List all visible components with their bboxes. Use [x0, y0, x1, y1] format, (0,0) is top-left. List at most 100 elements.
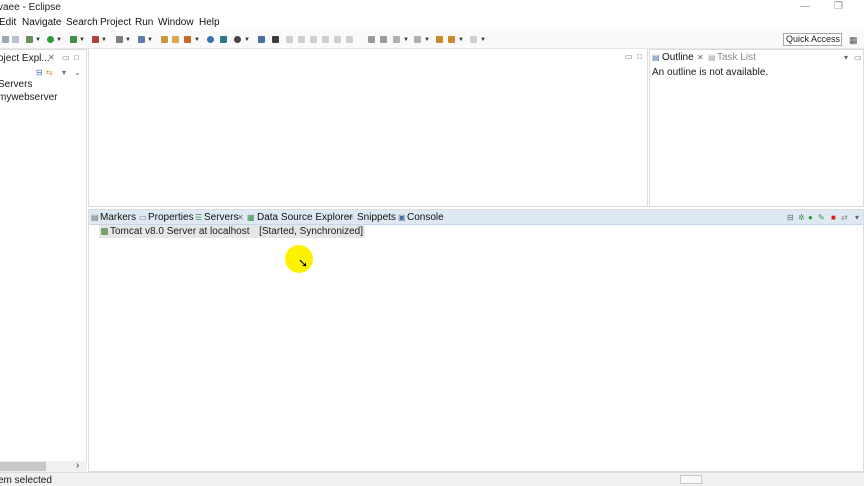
minimize-icon[interactable]: ▭ — [854, 53, 862, 62]
next-annotation-icon[interactable] — [393, 36, 400, 43]
chevron-right-icon[interactable]: › — [76, 460, 79, 471]
chevron-down-icon[interactable]: ▼ — [35, 37, 41, 43]
server-name: Tomcat v8.0 Server at localhost — [110, 226, 250, 237]
quick-access-field[interactable]: Quick Access — [783, 33, 842, 46]
tab-data-source-explorer[interactable]: Data Source Explorer — [257, 212, 353, 223]
chevron-down-icon[interactable]: ▼ — [403, 37, 409, 43]
forward-icon[interactable] — [448, 36, 455, 43]
pin-editor-icon[interactable] — [470, 36, 477, 43]
resume-icon[interactable] — [286, 36, 293, 43]
debug-server-icon[interactable]: ✲ — [798, 213, 805, 222]
chevron-down-icon[interactable]: ⌄ — [74, 68, 81, 77]
window-title: vaee - Eclipse — [0, 2, 61, 13]
chevron-down-icon[interactable]: ▼ — [101, 37, 107, 43]
collapse-all-icon[interactable]: ⊟ — [787, 213, 794, 222]
bottom-tab-bar: ▤ Markers ▭ Properties ☰ Servers ✕ ▦ Dat… — [89, 210, 863, 225]
open-perspective-icon[interactable]: ▦ — [849, 35, 858, 46]
minimize-button[interactable]: — — [800, 1, 810, 12]
tab-markers[interactable]: Markers — [100, 212, 136, 223]
new-icon[interactable] — [2, 36, 9, 43]
new-server-icon[interactable] — [116, 36, 123, 43]
view-menu-icon[interactable]: ▾ — [62, 68, 66, 77]
restore-button[interactable]: ❐ — [834, 1, 843, 12]
view-menu-icon[interactable]: ▾ — [855, 213, 859, 222]
markers-icon: ▤ — [91, 213, 99, 222]
menu-help[interactable]: Help — [199, 17, 220, 28]
block-selection-icon[interactable] — [380, 36, 387, 43]
chevron-down-icon[interactable]: ▼ — [147, 37, 153, 43]
menu-edit[interactable]: Edit — [0, 17, 16, 28]
disconnect-icon[interactable] — [322, 36, 329, 43]
tab-console[interactable]: Console — [407, 212, 444, 223]
menu-search[interactable]: Search — [66, 17, 98, 28]
close-icon[interactable]: ✕ — [48, 53, 55, 62]
prev-annotation-icon[interactable] — [414, 36, 421, 43]
tab-project-explorer[interactable]: oject Expl... — [0, 53, 50, 64]
console-icon[interactable] — [258, 36, 265, 43]
globe-icon[interactable] — [207, 36, 214, 43]
maximize-icon[interactable]: □ — [74, 53, 79, 62]
maximize-icon[interactable]: □ — [637, 52, 642, 61]
annotation-icon[interactable] — [234, 36, 241, 43]
suspend-icon[interactable] — [298, 36, 305, 43]
external-tools-icon[interactable] — [92, 36, 99, 43]
publish-icon[interactable]: ⇄ — [841, 213, 848, 222]
chevron-down-icon[interactable]: ▼ — [480, 37, 486, 43]
back-icon[interactable] — [436, 36, 443, 43]
profile-server-icon[interactable]: ✎ — [818, 213, 825, 222]
tab-properties[interactable]: Properties — [148, 212, 194, 223]
minimize-icon[interactable]: ▭ — [62, 53, 70, 62]
progress-indicator[interactable] — [680, 475, 702, 484]
chevron-down-icon[interactable]: ▼ — [424, 37, 430, 43]
snippets-icon: ✂ — [347, 213, 354, 222]
minimize-icon[interactable]: ▭ — [625, 52, 633, 61]
run-icon[interactable] — [47, 36, 54, 43]
toggle-mark-icon[interactable] — [368, 36, 375, 43]
open-type-icon[interactable] — [161, 36, 168, 43]
horizontal-scrollbar[interactable]: › — [0, 460, 87, 472]
close-icon[interactable]: ✕ — [697, 53, 704, 62]
status-text: em selected — [0, 475, 52, 486]
link-editor-icon[interactable]: ⇆ — [46, 68, 53, 77]
menu-navigate[interactable]: Navigate — [22, 17, 61, 28]
run-server-icon[interactable] — [70, 36, 77, 43]
editor-area[interactable]: ▭ □ — [88, 49, 648, 207]
status-bar: em selected — [0, 472, 864, 486]
save-icon[interactable] — [12, 36, 19, 43]
tab-task-list[interactable]: Task List — [717, 52, 756, 63]
step-over-icon[interactable] — [346, 36, 353, 43]
stop-server-icon[interactable]: ■ — [831, 213, 836, 222]
menu-run[interactable]: Run — [135, 17, 153, 28]
server-row[interactable]: Tomcat v8.0 Server at localhost [Started… — [99, 225, 366, 238]
perspective-icon[interactable] — [220, 36, 227, 43]
chevron-down-icon[interactable]: ▼ — [125, 37, 131, 43]
outline-message: An outline is not available. — [652, 67, 769, 78]
step-into-icon[interactable] — [334, 36, 341, 43]
tab-snippets[interactable]: Snippets — [357, 212, 396, 223]
tree-item-servers[interactable]: Servers — [0, 79, 32, 90]
chevron-down-icon[interactable]: ▼ — [244, 37, 250, 43]
chevron-down-icon[interactable]: ▼ — [79, 37, 85, 43]
servers-icon: ☰ — [195, 213, 203, 222]
close-icon[interactable]: ✕ — [237, 213, 244, 222]
chevron-down-icon[interactable]: ▼ — [56, 37, 62, 43]
menu-project[interactable]: Project — [100, 17, 131, 28]
collapse-all-icon[interactable]: ⊟ — [36, 68, 43, 77]
scrollbar-thumb[interactable] — [0, 462, 46, 471]
title-bar: vaee - Eclipse — ❐ — [0, 0, 864, 16]
menu-window[interactable]: Window — [158, 17, 194, 28]
chevron-down-icon[interactable]: ▼ — [458, 37, 464, 43]
terminate-icon[interactable] — [310, 36, 317, 43]
pointer-icon[interactable] — [272, 36, 279, 43]
view-menu-icon[interactable]: ▾ — [844, 53, 848, 62]
debug-icon[interactable] — [26, 36, 33, 43]
start-server-icon[interactable]: ● — [808, 213, 813, 222]
chevron-down-icon[interactable]: ▼ — [194, 37, 200, 43]
tab-outline[interactable]: Outline — [662, 52, 694, 63]
tree-item-mywebserver[interactable]: mywebserver — [0, 92, 57, 103]
open-folder-icon[interactable] — [172, 36, 179, 43]
new-class-icon[interactable] — [138, 36, 145, 43]
console-icon: ▣ — [398, 213, 406, 222]
tab-servers[interactable]: Servers — [204, 212, 238, 223]
search-icon[interactable] — [184, 36, 191, 43]
